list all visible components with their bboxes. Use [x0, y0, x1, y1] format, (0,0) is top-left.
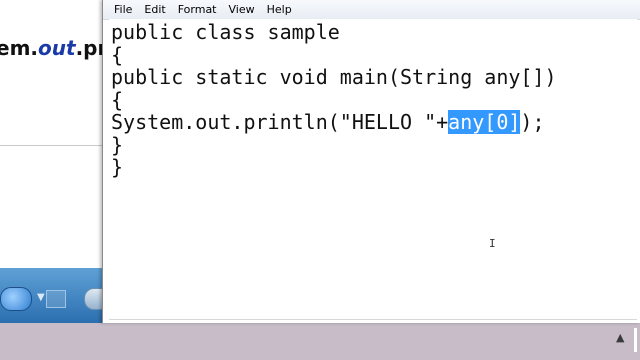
notepad-window[interactable]: File Edit Format View Help public class …	[102, 0, 640, 323]
code-line-5: System.out.println("HELLO "+any[0]);	[111, 110, 545, 134]
background-code-snippet: em.out.pr	[0, 36, 107, 60]
code-line-5-after: );	[520, 110, 545, 134]
code-line-7: }	[111, 155, 124, 179]
system-taskbar	[0, 323, 640, 360]
code-line-2: {	[111, 43, 124, 67]
show-desktop-button[interactable]	[634, 328, 637, 352]
text-editor-area[interactable]: public class sample { public static void…	[109, 19, 637, 320]
menu-bar: File Edit Format View Help	[103, 0, 640, 20]
background-globe-button[interactable]	[0, 287, 32, 311]
code-line-4: {	[111, 88, 124, 112]
menu-edit[interactable]: Edit	[138, 0, 171, 19]
code-line-1: public class sample	[111, 20, 340, 44]
tray-expand-icon[interactable]: ▲	[616, 331, 624, 344]
code-line-3: public static void main(String any[])	[111, 65, 557, 89]
fullscreen-icon[interactable]	[46, 290, 66, 308]
background-code-keyword: out	[38, 36, 76, 60]
text-cursor-icon: I	[489, 237, 496, 250]
code-line-6: }	[111, 133, 124, 157]
menu-format[interactable]: Format	[172, 0, 223, 19]
background-code-prefix: em.	[0, 36, 39, 60]
code-line-5-before: System.out.println("HELLO "+	[111, 110, 449, 134]
menu-file[interactable]: File	[103, 0, 138, 19]
chevron-down-icon[interactable]: ▼	[37, 292, 45, 303]
background-divider	[0, 145, 104, 146]
menu-help[interactable]: Help	[261, 0, 298, 19]
menu-view[interactable]: View	[223, 0, 261, 19]
screen: em.out.pr ▼ ▲ File Edit Format View Help…	[0, 0, 640, 360]
selected-text[interactable]: any[0]	[448, 110, 521, 134]
